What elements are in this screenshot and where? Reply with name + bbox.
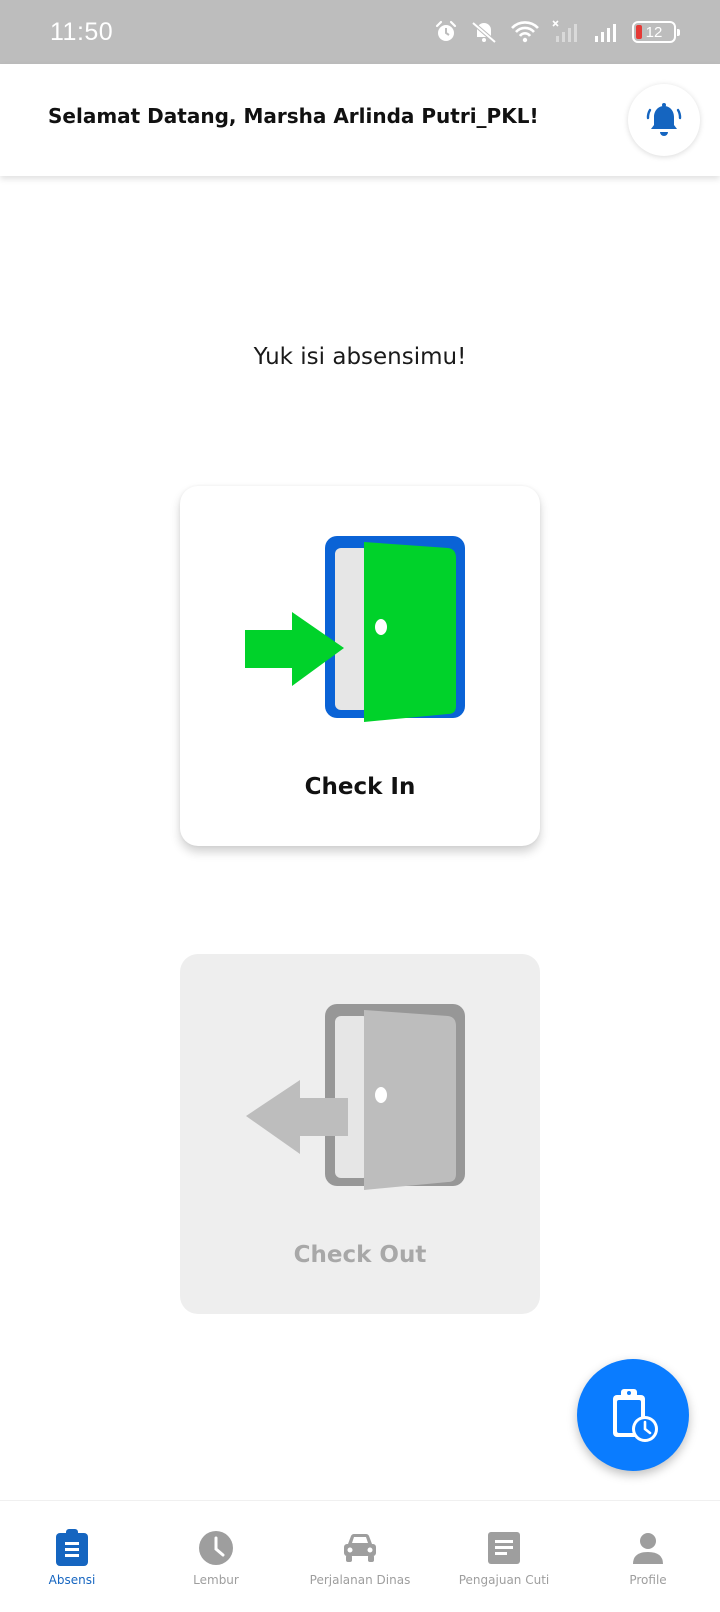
nav-item-lembur[interactable]: Lembur [144,1501,288,1612]
mute-icon [471,21,497,44]
signal-off-icon [552,20,577,42]
nav-label-absensi: Absensi [48,1573,96,1587]
status-time: 11:50 [50,17,114,46]
nav-label-lembur: Lembur [193,1573,239,1587]
app-header: Selamat Datang, Marsha Arlinda Putri_PKL… [0,64,720,176]
prompt-text: Yuk isi absensimu! [253,344,467,370]
door-exit-icon [246,1004,465,1190]
nav-item-profile[interactable]: Profile [576,1501,720,1612]
check-in-button[interactable]: Check In [180,486,540,846]
person-icon [633,1533,663,1564]
attendance-history-fab[interactable] [577,1359,689,1471]
wifi-icon [511,21,539,43]
nav-label-profile: Profile [629,1573,667,1587]
signal-icon [595,24,616,42]
bottom-nav: Absensi Lembur Perjalanan Dinas Pengajua… [0,1500,720,1612]
status-bar: 11:50 12 [0,0,720,64]
clipboard-list-icon [56,1529,88,1566]
clipboard-clock-icon [613,1389,658,1442]
alarm-icon [435,20,457,41]
nav-item-perjalanan-dinas[interactable]: Perjalanan Dinas [288,1501,432,1612]
check-out-label: Check Out [293,1242,427,1268]
nav-label-pengajuan-cuti: Pengajuan Cuti [458,1573,550,1587]
nav-item-pengajuan-cuti[interactable]: Pengajuan Cuti [432,1501,576,1612]
battery-level: 12 [645,23,663,41]
door-enter-icon [245,536,465,722]
clock-icon [199,1531,233,1565]
nav-item-absensi[interactable]: Absensi [0,1501,144,1612]
nav-label-perjalanan-dinas: Perjalanan Dinas [309,1573,411,1587]
battery-icon: 12 [632,21,680,43]
document-icon [488,1532,520,1564]
welcome-text: Selamat Datang, Marsha Arlinda Putri_PKL… [48,104,539,128]
car-icon [344,1534,376,1562]
status-icons: 12 [434,20,680,44]
notification-button[interactable] [628,84,700,156]
bell-icon [646,103,682,136]
check-in-label: Check In [304,774,416,800]
check-out-button[interactable]: Check Out [180,954,540,1314]
